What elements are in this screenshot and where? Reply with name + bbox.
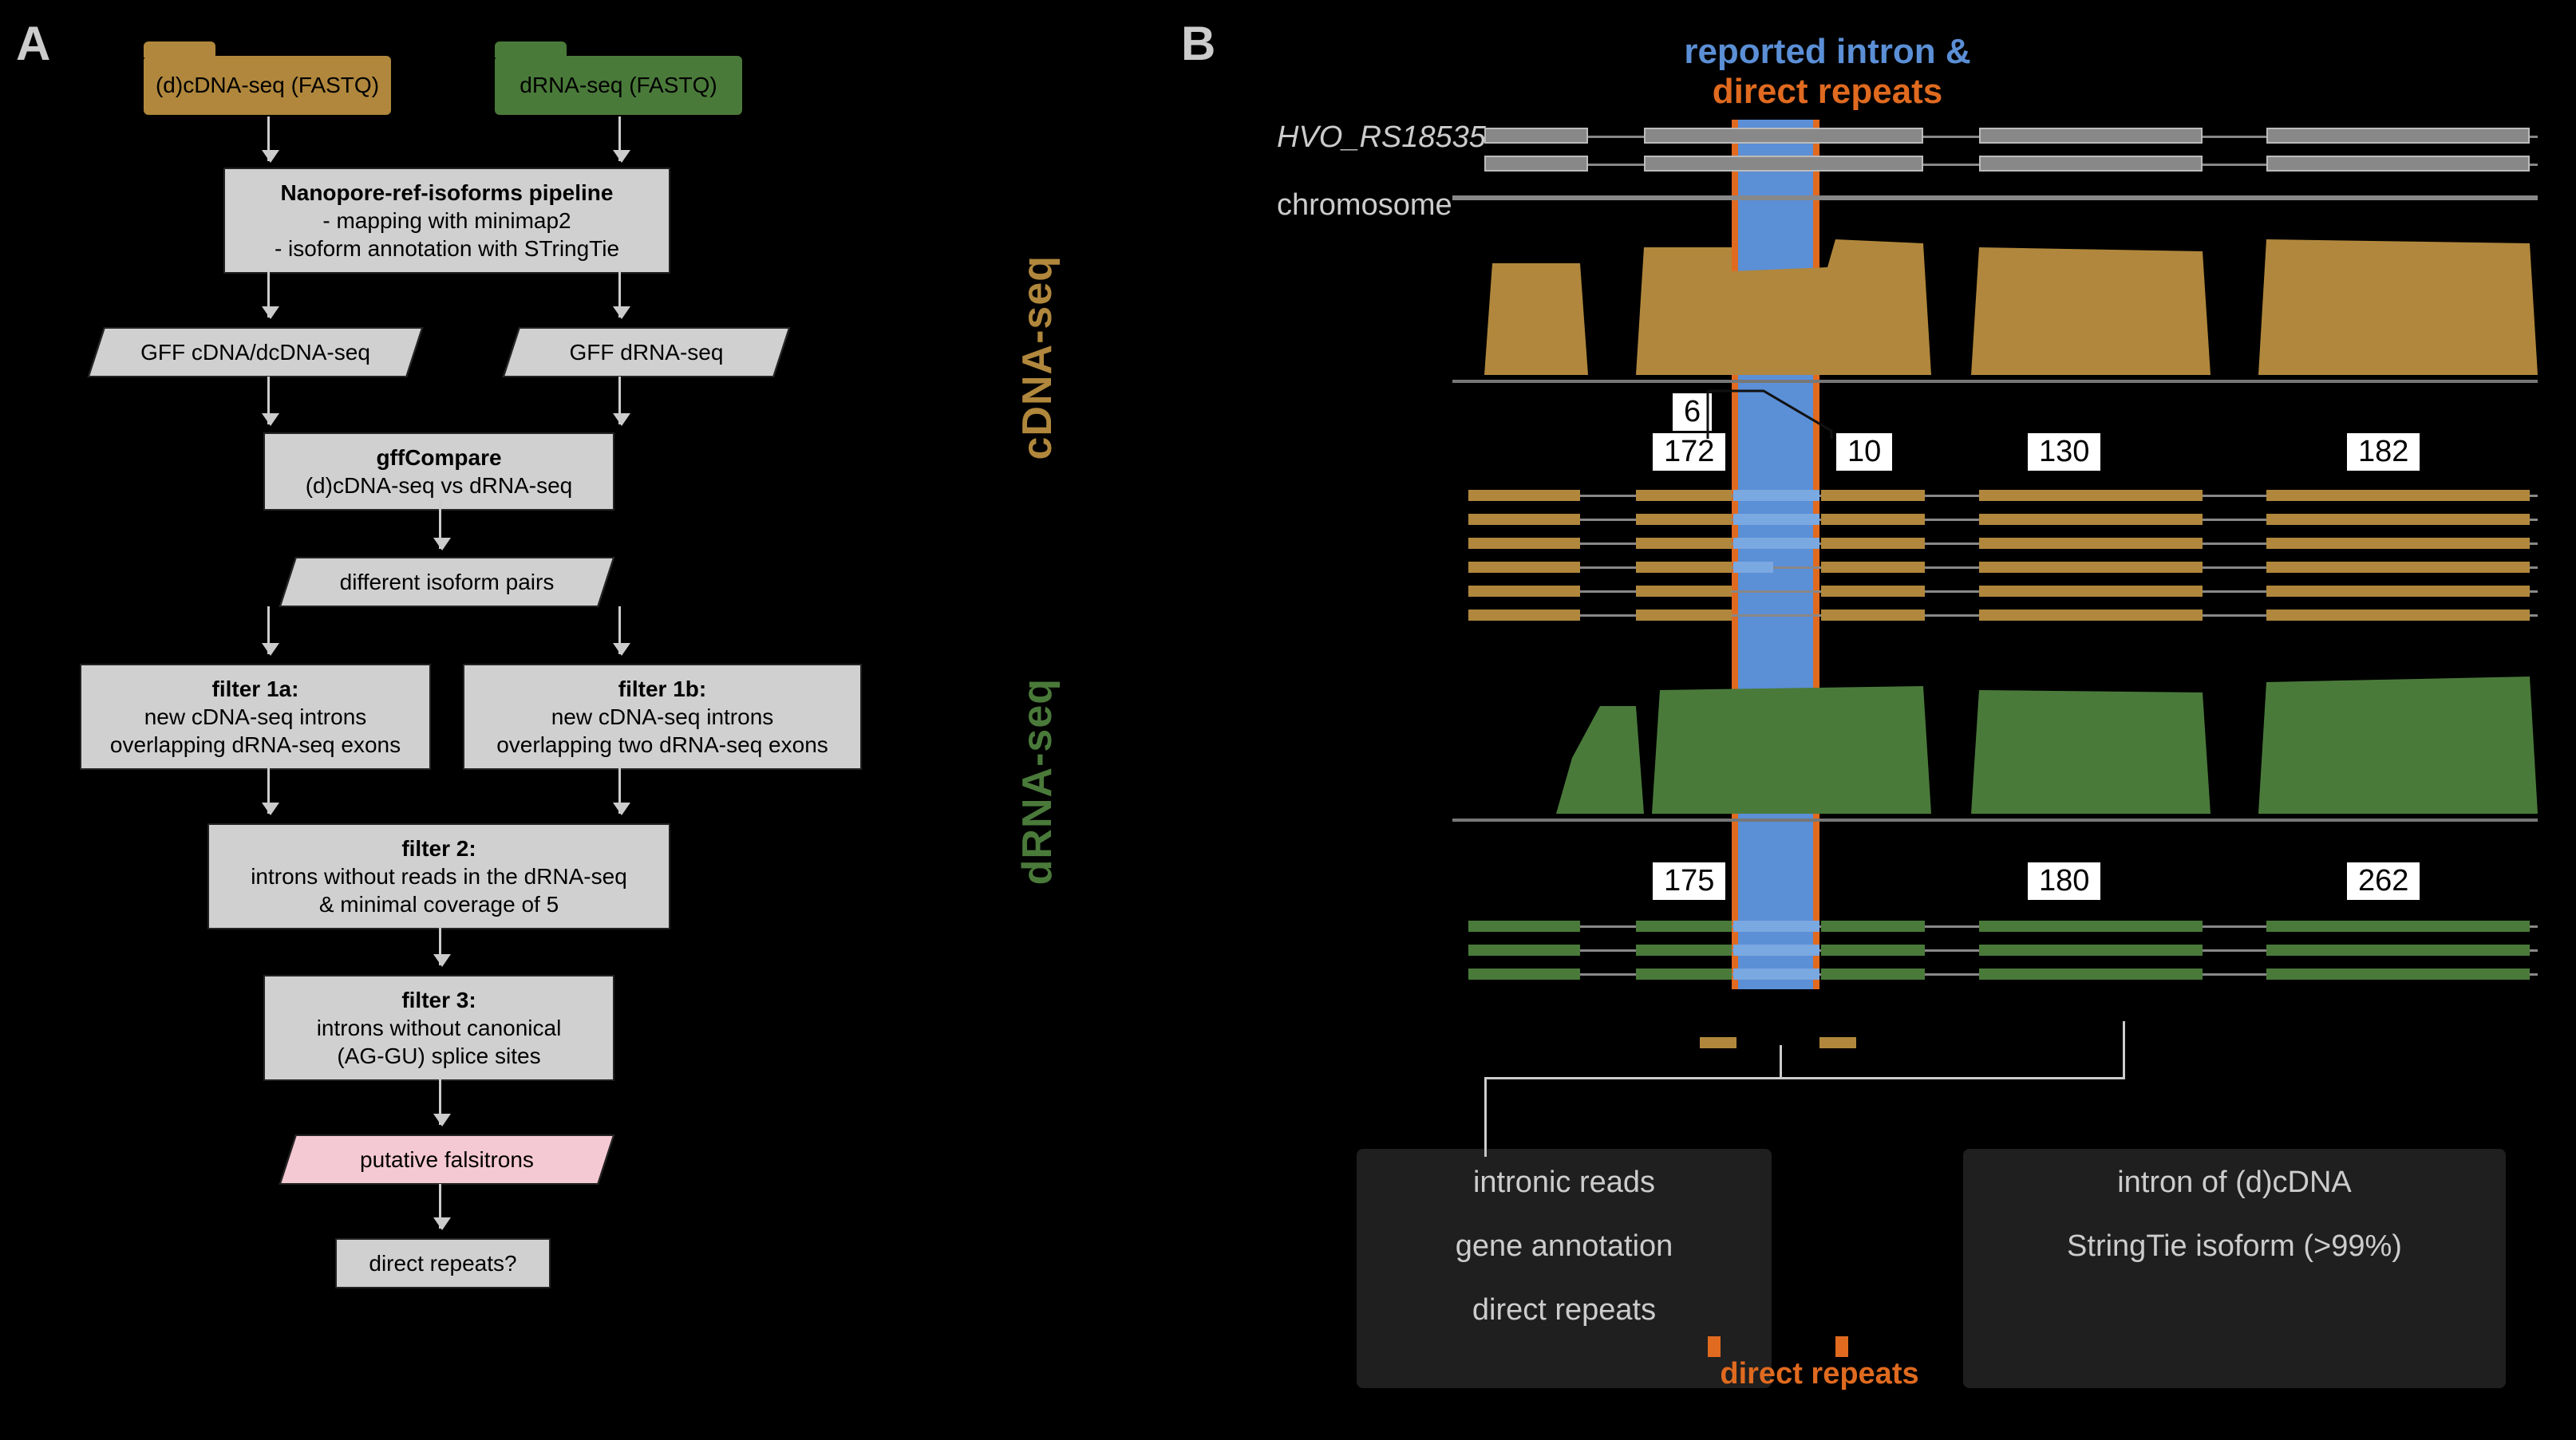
conn xyxy=(2123,1021,2125,1079)
nanopore-box: Nanopore-ref-isoforms pipeline - mapping… xyxy=(223,168,670,274)
filter1b-box: filter 1b: new cDNA-seq introns overlapp… xyxy=(463,664,862,770)
title-line1: reported intron & xyxy=(1548,32,2107,72)
cdna-count-r1: 130 xyxy=(2027,432,2101,471)
arrow xyxy=(267,116,270,161)
nanopore-l1: - mapping with minimap2 xyxy=(322,208,571,233)
count-connector xyxy=(1684,383,1883,439)
lbl-directrep-detail: direct repeats xyxy=(1676,1356,1963,1393)
ref-exon xyxy=(1644,156,1923,172)
drna-count-r2: 262 xyxy=(2346,862,2420,901)
arrow xyxy=(618,606,621,654)
arrow xyxy=(267,766,270,814)
panel-label-a: A xyxy=(16,16,50,71)
direct-repeats-label: direct repeats? xyxy=(369,1251,516,1276)
arrow xyxy=(618,116,621,161)
lbl-intronic: intronic reads xyxy=(1389,1165,1740,1201)
f1b-title: filter 1b: xyxy=(618,677,706,701)
nanopore-title: Nanopore-ref-isoforms pipeline xyxy=(281,180,614,205)
diff-pairs-label: different isoform pairs xyxy=(303,568,591,596)
f1b-l2: overlapping two dRNA-seq exons xyxy=(496,732,828,757)
ref-exon xyxy=(1979,156,2203,172)
nanopore-l2: - isoform annotation with STringTie xyxy=(275,236,619,261)
gffcompare-sub: (d)cDNA-seq vs dRNA-seq xyxy=(306,473,573,498)
conn xyxy=(1780,1045,1782,1077)
input-cdna-tab: (d)cDNA-seq (FASTQ) xyxy=(144,56,391,115)
f3-l2: (AG-GU) splice sites xyxy=(337,1044,540,1068)
orange-tick xyxy=(1835,1336,1848,1357)
vlabel-cdna: cDNA-seq xyxy=(1013,255,1061,460)
input-cdna-label: (d)cDNA-seq (FASTQ) xyxy=(156,73,379,98)
putative-label: putative falsitrons xyxy=(303,1146,591,1174)
filter3-box: filter 3: introns without canonical (AG-… xyxy=(263,975,614,1081)
f1a-l2: overlapping dRNA-seq exons xyxy=(110,732,401,757)
f2-l2: & minimal coverage of 5 xyxy=(319,892,559,917)
diff-pairs-box: different isoform pairs xyxy=(279,557,614,607)
filter2-box: filter 2: introns without reads in the d… xyxy=(207,823,670,929)
arrow xyxy=(267,606,270,654)
arrow xyxy=(267,270,270,318)
ref-exon xyxy=(1644,128,1923,144)
ref-exon xyxy=(1979,128,2203,144)
f2-title: filter 2: xyxy=(401,836,476,861)
input-drna-label: dRNA-seq (FASTQ) xyxy=(520,73,717,98)
gff-drna-label: GFF dRNA-seq xyxy=(527,338,766,366)
gff-cdna-box: GFF cDNA/dcDNA-seq xyxy=(88,327,423,377)
lbl-intron-b: StringTie isoform (>99%) xyxy=(1995,1229,2474,1265)
right-title: reported intron & direct repeats xyxy=(1548,32,2107,112)
right-panel: reported intron & direct repeats HVO_RS1… xyxy=(1229,32,2538,1388)
f1b-l1: new cDNA-seq introns xyxy=(551,704,774,729)
panel-label-b: B xyxy=(1181,16,1215,71)
arrow xyxy=(267,377,270,424)
vlabel-drna: dRNA-seq xyxy=(1013,678,1061,885)
chrom-label: chromosome xyxy=(1277,187,1452,224)
orange-tick xyxy=(1708,1336,1721,1357)
f3-title: filter 3: xyxy=(401,988,476,1012)
conn xyxy=(1484,1077,2123,1079)
cdna-coverage xyxy=(1452,223,2538,383)
gene-name: HVO_RS18535 xyxy=(1277,120,1486,156)
filter1a-box: filter 1a: new cDNA-seq introns overlapp… xyxy=(80,664,431,770)
drna-count-r1: 180 xyxy=(2027,862,2101,901)
lbl-intron-a: intron of (d)cDNA xyxy=(1995,1165,2474,1201)
chrom-line xyxy=(1452,195,2538,200)
arrow xyxy=(439,925,441,965)
ref-exon xyxy=(1484,156,1588,172)
drna-baseline xyxy=(1452,819,2538,822)
detail-dash xyxy=(1819,1037,1856,1048)
ref-exon xyxy=(2266,156,2530,172)
detail-dash xyxy=(1700,1037,1736,1048)
f3-l1: introns without canonical xyxy=(317,1016,562,1040)
ref-exon xyxy=(1484,128,1588,144)
cdna-baseline xyxy=(1452,380,2538,383)
gff-drna-box: GFF dRNA-seq xyxy=(503,327,790,377)
lbl-directrep: direct repeats xyxy=(1389,1292,1740,1329)
input-drna-tab: dRNA-seq (FASTQ) xyxy=(495,56,742,115)
arrow xyxy=(439,1077,441,1125)
direct-repeats-box: direct repeats? xyxy=(335,1238,551,1288)
drna-coverage xyxy=(1452,662,2538,822)
conn xyxy=(1484,1077,1487,1157)
title-line2: direct repeats xyxy=(1548,72,2107,112)
putative-box: putative falsitrons xyxy=(279,1134,614,1185)
lbl-geneannot: gene annotation xyxy=(1389,1229,1740,1265)
ref-exon xyxy=(2266,128,2530,144)
arrow xyxy=(618,377,621,424)
f2-l1: introns without reads in the dRNA-seq xyxy=(251,864,627,889)
arrow xyxy=(618,270,621,318)
f1a-l1: new cDNA-seq introns xyxy=(144,704,367,729)
gff-cdna-label: GFF cDNA/dcDNA-seq xyxy=(112,338,399,366)
arrow xyxy=(439,501,441,549)
cdna-count-r2: 182 xyxy=(2346,432,2420,471)
f1a-title: filter 1a: xyxy=(212,677,299,701)
arrow xyxy=(618,766,621,814)
gffcompare-box: gffCompare (d)cDNA-seq vs dRNA-seq xyxy=(263,432,614,511)
drna-count-left: 175 xyxy=(1652,862,1726,901)
gffcompare-title: gffCompare xyxy=(376,445,501,470)
arrow xyxy=(439,1184,441,1229)
